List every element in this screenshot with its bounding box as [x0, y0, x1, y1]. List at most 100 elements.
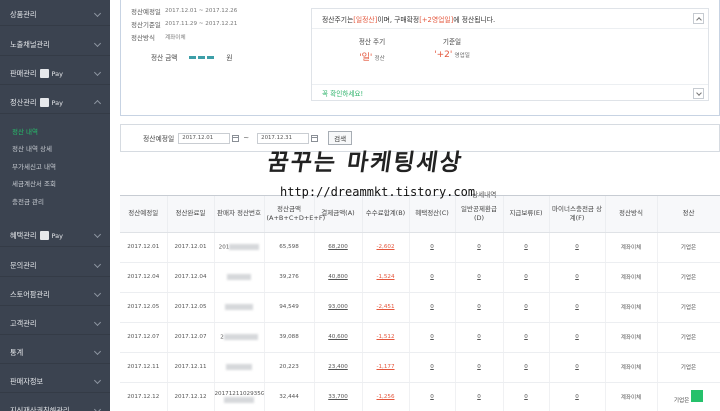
value-link[interactable]: 0: [455, 352, 504, 383]
value-link[interactable]: 0: [549, 322, 606, 353]
value-link[interactable]: 0: [549, 292, 606, 323]
settlement-submenu: 정산 내역 정산 내역 상세 부가세신고 내역 세금계산서 조회 충전금 관리: [0, 122, 110, 210]
expand-toggle-button[interactable]: [693, 88, 704, 99]
calendar-icon[interactable]: [311, 134, 319, 142]
value-link[interactable]: 0: [503, 352, 550, 383]
value-link[interactable]: 0: [549, 262, 606, 293]
payment-amount-link[interactable]: 40,800: [314, 262, 363, 293]
column-header: 정산: [657, 196, 720, 233]
summary-value: 2017.11.29 ~ 2017.12.21: [165, 20, 238, 27]
bank-cell: 기업은: [657, 322, 720, 353]
value-link[interactable]: 0: [409, 262, 456, 293]
bank-name: 기업은: [673, 398, 690, 404]
summary-row: 정산예정일 2017.12.01 ~ 2017.12.26: [131, 4, 301, 17]
done-date-cell: 2017.12.05: [167, 292, 215, 323]
masked-id: [223, 333, 258, 340]
value-link[interactable]: 0: [549, 352, 606, 383]
naver-n-icon: [40, 231, 50, 240]
settlement-amount-row: 정산 금액 원: [151, 50, 301, 64]
value-link[interactable]: 0: [409, 322, 456, 353]
chevron-down-icon: [93, 405, 102, 411]
sidebar-menu-item[interactable]: 문의관리: [0, 255, 110, 277]
method-cell: 계좌이체: [605, 292, 658, 323]
submenu-item[interactable]: 정산 내역: [0, 122, 110, 140]
column-header: 판매자 정산번호: [214, 196, 265, 233]
value-link[interactable]: 0: [409, 352, 456, 383]
menu-label: 스토어팜관리: [10, 289, 50, 299]
done-date-cell: 2017.12.04: [167, 262, 215, 293]
fee-link[interactable]: -1,524: [362, 262, 410, 293]
value-link[interactable]: 0: [503, 322, 550, 353]
value-link[interactable]: 0: [503, 232, 550, 263]
value-link[interactable]: 0: [409, 292, 456, 323]
method-cell: 계좌이체: [605, 262, 658, 293]
value-link[interactable]: 0: [455, 232, 504, 263]
sidebar-menu-item[interactable]: 스토어팜관리: [0, 284, 110, 306]
summary-row: 정산기준일 2017.11.29 ~ 2017.12.21: [131, 17, 301, 30]
main-content: 정산예정일 2017.12.01 ~ 2017.12.26 정산기준일 2017.11…: [110, 0, 720, 411]
done-date-cell: 2017.12.07: [167, 322, 215, 353]
settlement-id: 201: [218, 244, 230, 251]
payment-amount-link[interactable]: 23,400: [314, 352, 363, 383]
summary-label: 정산예정일: [131, 7, 161, 16]
sidebar-menu-item[interactable]: 정산관리 Pay: [0, 92, 110, 114]
calendar-icon[interactable]: [232, 134, 240, 142]
settlement-amount-unit: 원: [226, 54, 233, 62]
submenu-item[interactable]: 세금계산서 조회: [0, 175, 110, 193]
value-link[interactable]: 0: [409, 232, 456, 263]
payment-amount-link[interactable]: 68,200: [314, 232, 363, 263]
table-row: 2017.12.01 2017.12.01 201 65,598 68,200 -2,60…: [120, 232, 720, 263]
sidebar-menu-item[interactable]: 통계: [0, 342, 110, 364]
chevron-down-icon: [93, 230, 102, 239]
masked-amount: [189, 55, 216, 59]
sidebar-menu-item[interactable]: 판매자정보: [0, 371, 110, 393]
menu-label: 문의관리: [10, 260, 37, 270]
value-link[interactable]: 0: [455, 292, 504, 323]
sidebar-menu-item[interactable]: 지식재산권침해관리: [0, 400, 110, 411]
sidebar-menu-item[interactable]: 상품관리: [0, 4, 110, 26]
fee-link[interactable]: -1,177: [362, 352, 410, 383]
done-date-cell: 2017.12.12: [167, 382, 215, 411]
fee-link[interactable]: -1,256: [362, 382, 410, 411]
value-link[interactable]: 0: [503, 262, 550, 293]
sidebar-menu-item[interactable]: 고객관리: [0, 313, 110, 335]
chevron-down-icon: [93, 376, 102, 385]
status-indicator: [691, 390, 704, 402]
submenu-item[interactable]: 정산 내역 상세: [0, 140, 110, 158]
naver-n-icon: [40, 98, 50, 107]
value-link[interactable]: 0: [455, 262, 504, 293]
start-date-input[interactable]: 2017.12.01: [178, 132, 231, 144]
end-date-input[interactable]: 2017.12.31: [257, 132, 310, 144]
chevron-down-icon: [696, 90, 702, 96]
value-link[interactable]: 0: [503, 382, 550, 411]
payment-amount-link[interactable]: 40,600: [314, 322, 363, 353]
sidebar-menu-item[interactable]: 판매관리 Pay: [0, 63, 110, 85]
value-link[interactable]: 0: [455, 322, 504, 353]
table-row: 2017.12.05 2017.12.05 94,549 93,000 -2,451 0 0…: [120, 292, 720, 323]
sidebar-menu-item[interactable]: 혜택관리 Pay: [0, 225, 110, 247]
detail-tab-label: 상세내역: [472, 191, 497, 199]
collapse-toggle-button[interactable]: [693, 13, 704, 24]
naver-n-icon: [40, 69, 50, 78]
due-date-cell: 2017.12.04: [120, 262, 168, 293]
submenu-item[interactable]: 충전금 관리: [0, 192, 110, 210]
due-date-cell: 2017.12.12: [120, 382, 168, 411]
fee-link[interactable]: -1,512: [362, 322, 410, 353]
chevron-down-icon: [93, 289, 102, 298]
fee-link[interactable]: -2,451: [362, 292, 410, 323]
total-cell: 94,549: [264, 292, 315, 323]
check-notice[interactable]: 꼭 확인하세요!: [312, 84, 708, 101]
fee-link[interactable]: -2,602: [362, 232, 410, 263]
payment-amount-link[interactable]: 93,000: [314, 292, 363, 323]
column-header: 일반공제환급 (D): [455, 196, 504, 233]
value-link[interactable]: 0: [503, 292, 550, 323]
value-link[interactable]: 0: [549, 382, 606, 411]
value-link[interactable]: 0: [455, 382, 504, 411]
value-link[interactable]: 0: [409, 382, 456, 411]
due-date-cell: 2017.12.01: [120, 232, 168, 263]
payment-amount-link[interactable]: 33,700: [314, 382, 363, 411]
cycle-period: 정산 주기 '일' 정산: [358, 38, 386, 63]
value-link[interactable]: 0: [549, 232, 606, 263]
submenu-item[interactable]: 부가세신고 내역: [0, 157, 110, 175]
sidebar-menu-item[interactable]: 노출채널관리: [0, 34, 110, 56]
